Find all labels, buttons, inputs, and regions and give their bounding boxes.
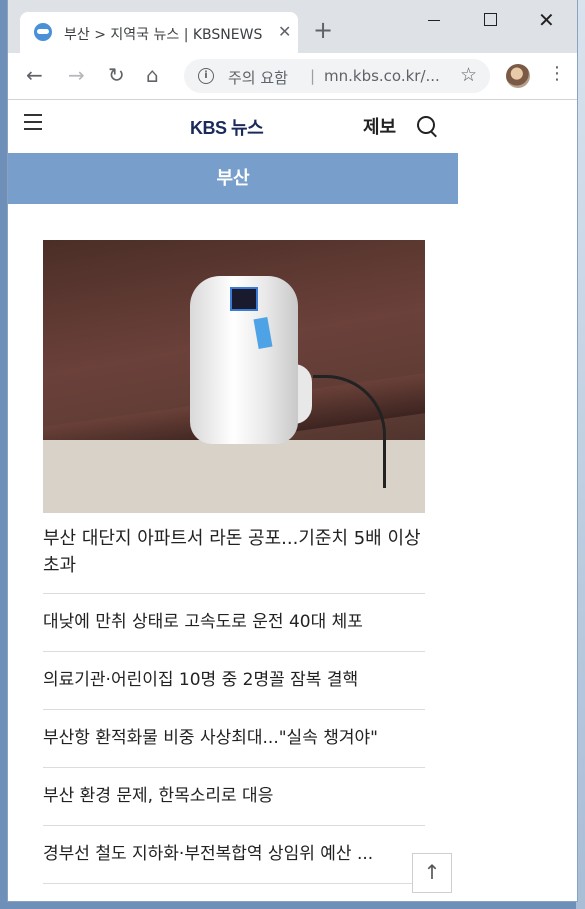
browser-tab[interactable]: 부산 > 지역국 뉴스 | KBSNEWS ✕	[20, 12, 298, 53]
list-item[interactable]: 대낮에 만취 상태로 고속도로 운전 40대 체포	[43, 594, 425, 652]
search-icon[interactable]	[417, 116, 435, 134]
browser-toolbar: ← → ↻ ⌂ i 주의 요함 | mn.kbs.co.kr/... ☆ ⋮	[8, 53, 577, 100]
browser-menu-icon[interactable]: ⋮	[548, 63, 566, 84]
tab-strip: 부산 > 지역국 뉴스 | KBSNEWS ✕ + ✕	[8, 0, 577, 53]
featured-headline[interactable]: 부산 대단지 아파트서 라돈 공포...기준치 5배 이상 초과	[43, 525, 425, 594]
tab-close-icon[interactable]: ✕	[278, 22, 291, 41]
photo-device-screen	[230, 287, 258, 311]
empty-right-panel	[458, 100, 577, 901]
desktop-background	[576, 0, 585, 909]
list-item[interactable]: 부산 환경 문제, 한목소리로 대응	[43, 768, 425, 826]
hamburger-menu-icon[interactable]	[24, 114, 42, 135]
list-item[interactable]: 부산항 환적화물 비중 사상최대..."실속 챙겨야"	[43, 710, 425, 768]
info-icon[interactable]: i	[198, 68, 214, 84]
new-tab-icon[interactable]: +	[313, 18, 333, 42]
featured-news-photo[interactable]	[43, 240, 425, 513]
security-warning[interactable]: 주의 요함	[228, 67, 288, 88]
list-item[interactable]: 의료기관·어린이집 10명 중 2명꼴 잠복 결핵	[43, 652, 425, 710]
list-item[interactable]: 경부선 철도 지하화·부전복합역 상임위 예산 ...	[43, 826, 425, 884]
bookmark-star-icon[interactable]: ☆	[460, 64, 477, 86]
tab-title: 부산 > 지역국 뉴스 | KBSNEWS	[64, 27, 263, 43]
window-close-icon[interactable]: ✕	[538, 8, 555, 32]
region-title: 부산	[8, 153, 458, 204]
site-logo[interactable]: KBS 뉴스	[190, 114, 264, 140]
reload-icon[interactable]: ↻	[108, 63, 125, 87]
report-button[interactable]: 제보	[363, 113, 396, 139]
back-icon[interactable]: ←	[26, 63, 43, 87]
site-header: KBS 뉴스 제보	[8, 100, 458, 153]
maximize-icon[interactable]	[484, 13, 497, 26]
news-list: 부산 대단지 아파트서 라돈 공포...기준치 5배 이상 초과 대낮에 만취 …	[43, 240, 425, 884]
browser-window: 부산 > 지역국 뉴스 | KBSNEWS ✕ + ✕ ← → ↻ ⌂ i 주의…	[8, 0, 577, 901]
home-icon[interactable]: ⌂	[146, 63, 159, 87]
kbs-favicon-icon	[34, 23, 52, 41]
address-separator: |	[310, 67, 316, 85]
forward-icon[interactable]: →	[68, 63, 85, 87]
profile-avatar[interactable]	[506, 64, 530, 88]
page-viewport: KBS 뉴스 제보 부산 부산 대단지 아파트서 라돈 공포...기준치 5배 …	[8, 100, 577, 901]
address-bar[interactable]: i 주의 요함 | mn.kbs.co.kr/... ☆	[184, 59, 490, 93]
minimize-icon[interactable]	[428, 20, 440, 21]
address-url[interactable]: mn.kbs.co.kr/...	[324, 67, 452, 85]
scroll-to-top-button[interactable]: ↑	[412, 853, 452, 893]
